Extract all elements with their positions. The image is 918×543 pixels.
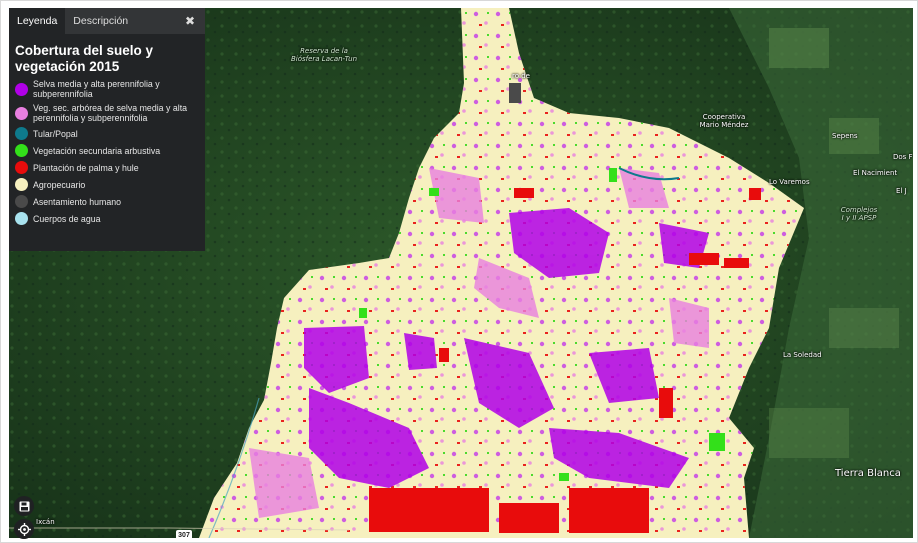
- tab-leyenda[interactable]: Leyenda: [9, 8, 66, 34]
- map-frame: Reserva de la Biósfera Lacan-Tun ro de Co…: [0, 0, 918, 543]
- legend-swatch: [15, 106, 28, 120]
- label-la-soledad: La Soledad: [783, 351, 822, 359]
- crosshair-icon: [17, 522, 31, 536]
- legend-item: Agropecuario: [15, 178, 199, 191]
- legend-title-line2: vegetación 2015: [15, 59, 120, 74]
- legend-swatch: [15, 127, 28, 140]
- legend-item: Vegetación secundaria arbustiva: [15, 144, 199, 157]
- legend-title: Cobertura del suelo y vegetación 2015: [15, 43, 199, 75]
- legend-swatch: [15, 178, 28, 191]
- legend-title-line1: Cobertura del suelo y: [15, 43, 154, 58]
- legend-swatch: [15, 144, 28, 157]
- legend-panel: Leyenda Descripción ✖ Cobertura del suel…: [9, 8, 205, 251]
- legend-item-label: Veg. sec. arbórea de selva media y alta …: [33, 103, 188, 123]
- save-icon: [19, 501, 29, 511]
- legend-item: Cuerpos de agua: [15, 212, 199, 225]
- legend-swatch: [15, 161, 28, 174]
- tab-descripcion[interactable]: Descripción: [65, 8, 136, 34]
- label-el-j: El J: [896, 187, 907, 195]
- label-dos: Dos F: [893, 153, 913, 161]
- label-ixcan: Ixcán: [36, 518, 55, 526]
- legend-item: Plantación de palma y hule: [15, 161, 199, 174]
- legend-item-label: Asentamiento humano: [33, 196, 122, 207]
- label-frontera: ro de: [512, 72, 530, 80]
- label-el-nacimiento: El Nacimient: [853, 169, 898, 177]
- close-icon[interactable]: ✖: [185, 14, 195, 28]
- legend-item-label: Agropecuario: [33, 179, 86, 190]
- label-cooperativa: Cooperativa Mario Méndez: [699, 113, 749, 129]
- legend-tabs: Leyenda Descripción: [9, 8, 205, 34]
- label-tierra-blanca: Tierra Blanca: [835, 468, 901, 479]
- legend-items: Selva media y alta perennifolia y subper…: [9, 79, 205, 225]
- label-reserva: Reserva de la Biósfera Lacan-Tun: [290, 47, 358, 63]
- label-lo-varemos: Lo Varemos: [769, 178, 810, 186]
- locate-button[interactable]: [14, 519, 34, 539]
- label-complejos: Complejos I y II APSP: [840, 206, 878, 222]
- legend-item: Tular/Popal: [15, 127, 199, 140]
- legend-swatch: [15, 195, 28, 208]
- label-sepens: Sepens: [832, 132, 858, 140]
- legend-item: Veg. sec. arbórea de selva media y alta …: [15, 103, 199, 123]
- road-shield: 307: [176, 530, 192, 538]
- legend-swatch: [15, 82, 28, 96]
- legend-item-label: Vegetación secundaria arbustiva: [33, 145, 161, 156]
- legend-item-label: Tular/Popal: [33, 128, 78, 139]
- legend-item-label: Selva media y alta perennifolia y subper…: [33, 79, 160, 99]
- legend-item: Selva media y alta perennifolia y subper…: [15, 79, 199, 99]
- legend-item-label: Plantación de palma y hule: [33, 162, 139, 173]
- legend-item-label: Cuerpos de agua: [33, 213, 101, 224]
- legend-item: Asentamiento humano: [15, 195, 199, 208]
- legend-swatch: [15, 212, 28, 225]
- save-button[interactable]: [14, 496, 34, 516]
